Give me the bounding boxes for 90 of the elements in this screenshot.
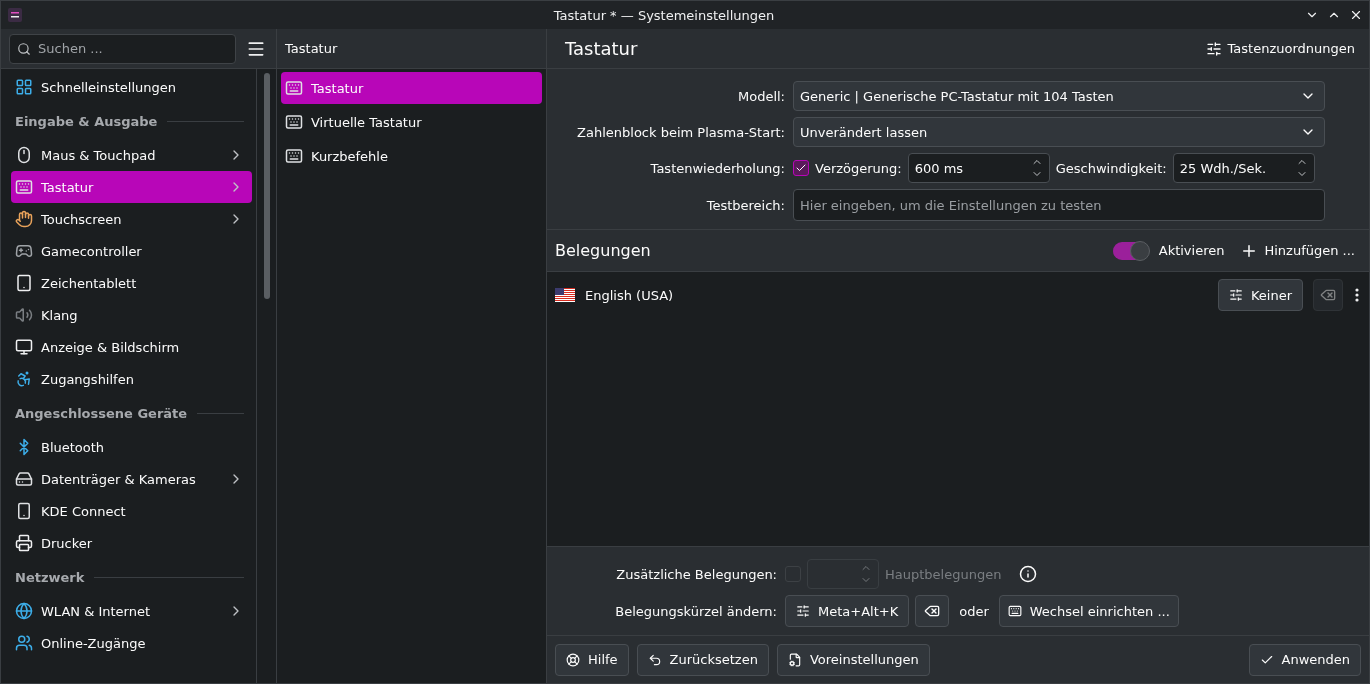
sidebar-item[interactable]: Zugangshilfen [11, 363, 252, 395]
section-header: Eingabe & Ausgabe [15, 113, 158, 129]
lifebuoy-icon [566, 652, 580, 667]
tablet-icon [15, 274, 33, 292]
gamepad-icon [15, 242, 33, 260]
undo-icon [647, 652, 662, 667]
defaults-button[interactable]: Voreinstellungen [776, 643, 930, 676]
model-dropdown[interactable]: Generic | Generische PC-Tastatur mit 104 Tasten [793, 81, 1325, 111]
add-button[interactable]: Hinzufügen ... [1234, 237, 1361, 264]
sidebar-item[interactable]: KDE Connect [11, 495, 252, 527]
phone-icon [15, 502, 33, 520]
toggle-switch[interactable] [1112, 241, 1149, 260]
shortcut-button[interactable]: Keiner [1217, 279, 1303, 311]
sidebar-item[interactable]: Zeichentablett [11, 267, 252, 299]
help-button[interactable]: Hilfe [555, 643, 629, 676]
keyboard-icon [285, 113, 303, 131]
sliders-icon [1205, 40, 1222, 57]
hand-icon [15, 210, 33, 228]
section-title: Belegungen [555, 241, 652, 260]
apply-button[interactable]: Anwenden [1248, 643, 1361, 676]
flag-icon [555, 288, 575, 302]
keyboard-icon [1007, 604, 1022, 618]
delay-spinbox[interactable]: 600 ms [907, 153, 1050, 183]
sidebar-item[interactable]: WLAN & Internet [11, 595, 252, 627]
layout-name: English (USA) [585, 287, 675, 303]
monitor-icon [15, 338, 33, 356]
backspace-icon [924, 603, 941, 619]
field-label: Belegungskürzel ändern: [614, 603, 777, 619]
field-label: Modell: [736, 88, 785, 104]
sidebar-item[interactable]: Touchscreen [11, 203, 252, 235]
keyboard-icon [285, 79, 303, 97]
sidebar-item[interactable]: Maus & Touchpad [11, 139, 252, 171]
key-bindings-button[interactable]: Tastenzuordnungen [1199, 36, 1361, 61]
configure-button[interactable]: Wechsel einrichten ... [998, 595, 1179, 627]
field-label: Tastenwiederholung: [649, 160, 785, 176]
close-icon[interactable] [1349, 8, 1363, 22]
speaker-icon [15, 306, 33, 324]
sidebar-item[interactable]: Tastatur [11, 171, 252, 203]
sidebar-item[interactable]: Klang [11, 299, 252, 331]
toggle-label: Aktivieren [1158, 243, 1225, 258]
dots-icon [1355, 288, 1359, 302]
people-icon [15, 634, 33, 652]
sidebar-item[interactable]: Schnelleinstellungen [11, 71, 252, 103]
field-label: Geschwindigkeit: [1055, 160, 1167, 176]
search-icon [17, 41, 31, 56]
clear-button[interactable] [915, 595, 950, 627]
sidebar-item[interactable]: Drucker [11, 527, 252, 559]
document-icon [787, 652, 802, 667]
subpage-item[interactable]: Tastatur [281, 72, 542, 104]
reset-button[interactable]: Zurücksetzen [636, 643, 769, 676]
window-title: Tastatur * — Systemeinstellungen [552, 7, 776, 23]
section-header: Netzwerk [15, 569, 85, 585]
accessibility-icon [15, 370, 33, 388]
section-header: Angeschlossene Geräte [15, 405, 188, 421]
sidebar-item[interactable]: Gamecontroller [11, 235, 252, 267]
test-field[interactable]: Hier eingeben, um die Einstellungen zu testen [793, 189, 1325, 221]
subpage-item[interactable]: Virtuelle Tastatur [281, 106, 542, 138]
page-title: Tastatur [565, 38, 639, 59]
speed-spinbox[interactable]: 25 Wdh./Sek. [1172, 153, 1315, 183]
app-icon [7, 7, 23, 23]
keyboard-icon [285, 147, 303, 165]
field-suffix: Hauptbelegungen [885, 566, 1002, 582]
subpage-item[interactable]: Kurzbefehle [281, 140, 542, 172]
printer-icon [15, 534, 33, 552]
mouse-icon [15, 146, 33, 164]
sliders-icon [1228, 288, 1243, 302]
sidebar-item[interactable]: Datenträger & Kameras [11, 463, 252, 495]
scrollbar-thumb[interactable] [263, 73, 270, 299]
sidebar-item[interactable]: Online-Zugänge [11, 627, 252, 659]
check-icon [795, 162, 807, 174]
sidebar-item[interactable]: Bluetooth [11, 431, 252, 463]
sidebar-item[interactable]: Anzeige & Bildschirm [11, 331, 252, 363]
field-label: Verzögerung: [815, 160, 902, 176]
field-label: Zusätzliche Belegungen: [615, 566, 777, 582]
or-label: oder [959, 603, 989, 619]
backspace-icon [1320, 287, 1336, 303]
grid-icon [15, 78, 33, 96]
shortcut-button[interactable]: Meta+Alt+K [785, 595, 910, 627]
field-label: Zahlenblock beim Plasma-Start: [576, 124, 785, 140]
field-label: Testbereich: [705, 197, 785, 213]
repeat-checkbox[interactable] [793, 160, 809, 176]
drive-icon [15, 470, 33, 488]
page-title: Tastatur [285, 41, 338, 56]
info-icon[interactable] [1019, 565, 1038, 583]
more-button[interactable] [1353, 286, 1361, 304]
globe-icon [15, 602, 33, 620]
keyboard-icon [15, 178, 33, 196]
search-field[interactable]: Suchen ... [9, 33, 236, 64]
sliders-icon [796, 604, 810, 618]
numlock-dropdown[interactable]: Unverändert lassen [793, 117, 1325, 147]
